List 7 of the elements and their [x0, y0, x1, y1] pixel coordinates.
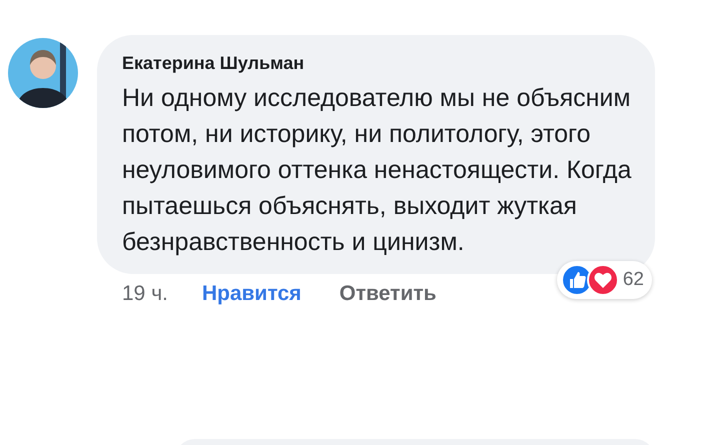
like-link[interactable]: Нравится [202, 282, 302, 306]
reaction-count: 62 [622, 269, 644, 291]
reactions-pill[interactable]: 62 [556, 261, 652, 299]
author-name[interactable]: Екатерина Шульман [122, 53, 635, 74]
comment-time[interactable]: 19 ч. [122, 282, 168, 306]
comment-text: Ни одному исследователю мы не объясним потом, ни историку, ни политологу, этого неуловимого оттенка ненастоящести. Когда пытаешься объяснять, выходит жуткая безнравственность и цинизм. [122, 83, 632, 258]
reply-link[interactable]: Ответить [339, 282, 436, 306]
